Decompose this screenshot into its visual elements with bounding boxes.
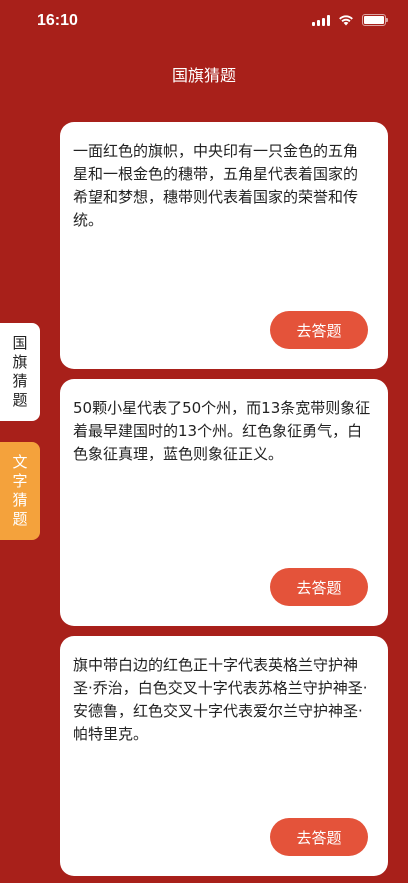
question-text: 一面红色的旗帜，中央印有一只金色的五角星和一根金色的穗带，五角星代表着国家的希望… [73,142,359,229]
battery-icon [362,14,388,26]
signal-icon [312,14,330,26]
wifi-icon [339,15,353,26]
status-time: 16:10 [37,12,78,29]
tab-char: 猜 [12,491,28,509]
tab-char: 题 [12,391,28,409]
tab-flag-quiz[interactable]: 国 旗 猜 题 [0,323,40,421]
answer-button[interactable]: 去答题 [270,311,368,349]
question-card: 50颗小星代表了50个州，而13条宽带则象征着最早建国时的13个州。红色象征勇气… [60,379,388,626]
tab-char: 国 [12,334,28,352]
status-bar: 16:10 [0,0,408,44]
question-card: 旗中带白边的红色正十字代表英格兰守护神圣·乔治，白色交叉十字代表苏格兰守护神圣·… [60,636,388,876]
page-title: 国旗猜题 [171,66,236,85]
tab-text-quiz[interactable]: 文 字 猜 题 [0,442,40,540]
tab-char: 旗 [12,353,28,371]
status-icons [312,14,388,26]
tab-char: 题 [12,510,28,528]
tab-char: 字 [12,472,28,490]
answer-button[interactable]: 去答题 [270,818,368,856]
answer-button[interactable]: 去答题 [270,568,368,606]
tab-char: 猜 [12,372,28,390]
home-indicator[interactable] [131,871,277,876]
question-text: 50颗小星代表了50个州，而13条宽带则象征着最早建国时的13个州。红色象征勇气… [73,399,371,463]
tab-char: 文 [12,453,28,471]
question-card: 一面红色的旗帜，中央印有一只金色的五角星和一根金色的穗带，五角星代表着国家的希望… [60,122,388,369]
question-text: 旗中带白边的红色正十字代表英格兰守护神圣·乔治，白色交叉十字代表苏格兰守护神圣·… [73,656,368,743]
